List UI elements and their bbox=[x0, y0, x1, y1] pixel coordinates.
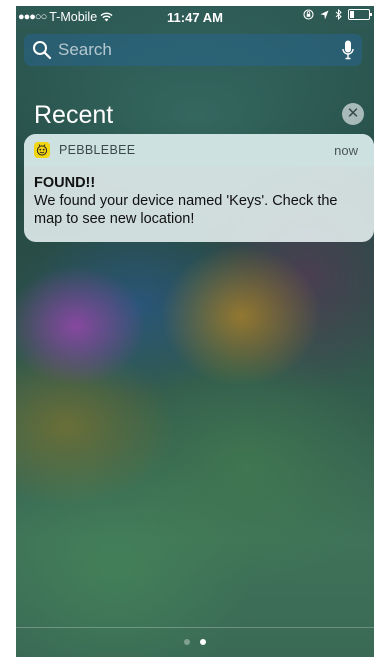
search-icon bbox=[33, 41, 52, 60]
microphone-icon[interactable] bbox=[342, 40, 354, 60]
page-indicator[interactable] bbox=[16, 639, 374, 645]
notification-message: We found your device named 'Keys'. Check… bbox=[34, 193, 338, 227]
location-icon bbox=[320, 10, 329, 19]
status-bar: ●●●○○ T-Mobile 11:47 AM bbox=[16, 6, 374, 28]
status-icons bbox=[303, 9, 372, 20]
section-title-recent: Recent bbox=[34, 101, 114, 129]
bluetooth-icon bbox=[335, 9, 342, 20]
search-bar[interactable]: Search bbox=[24, 34, 362, 66]
pebblebee-app-icon bbox=[34, 142, 50, 158]
bottom-divider bbox=[16, 627, 374, 628]
notification-body: FOUND!! We found your device named 'Keys… bbox=[24, 166, 374, 228]
notification-center-screen: ●●●○○ T-Mobile 11:47 AM Search Recent ✕ … bbox=[16, 6, 374, 657]
bee-face-icon bbox=[36, 144, 48, 156]
search-placeholder: Search bbox=[58, 40, 112, 59]
clear-recent-button[interactable]: ✕ bbox=[342, 103, 364, 125]
notification-app-name: PEBBLEBEE bbox=[59, 143, 136, 157]
notification-title: FOUND!! bbox=[34, 175, 96, 191]
notification-card[interactable]: PEBBLEBEE now FOUND!! We found your devi… bbox=[24, 134, 374, 242]
battery-icon bbox=[348, 9, 372, 20]
page-dot-2-active[interactable] bbox=[200, 639, 206, 645]
rotation-lock-icon bbox=[303, 9, 314, 20]
notification-header: PEBBLEBEE now bbox=[24, 134, 374, 166]
notification-time: now bbox=[334, 143, 358, 158]
page-dot-1[interactable] bbox=[184, 639, 190, 645]
